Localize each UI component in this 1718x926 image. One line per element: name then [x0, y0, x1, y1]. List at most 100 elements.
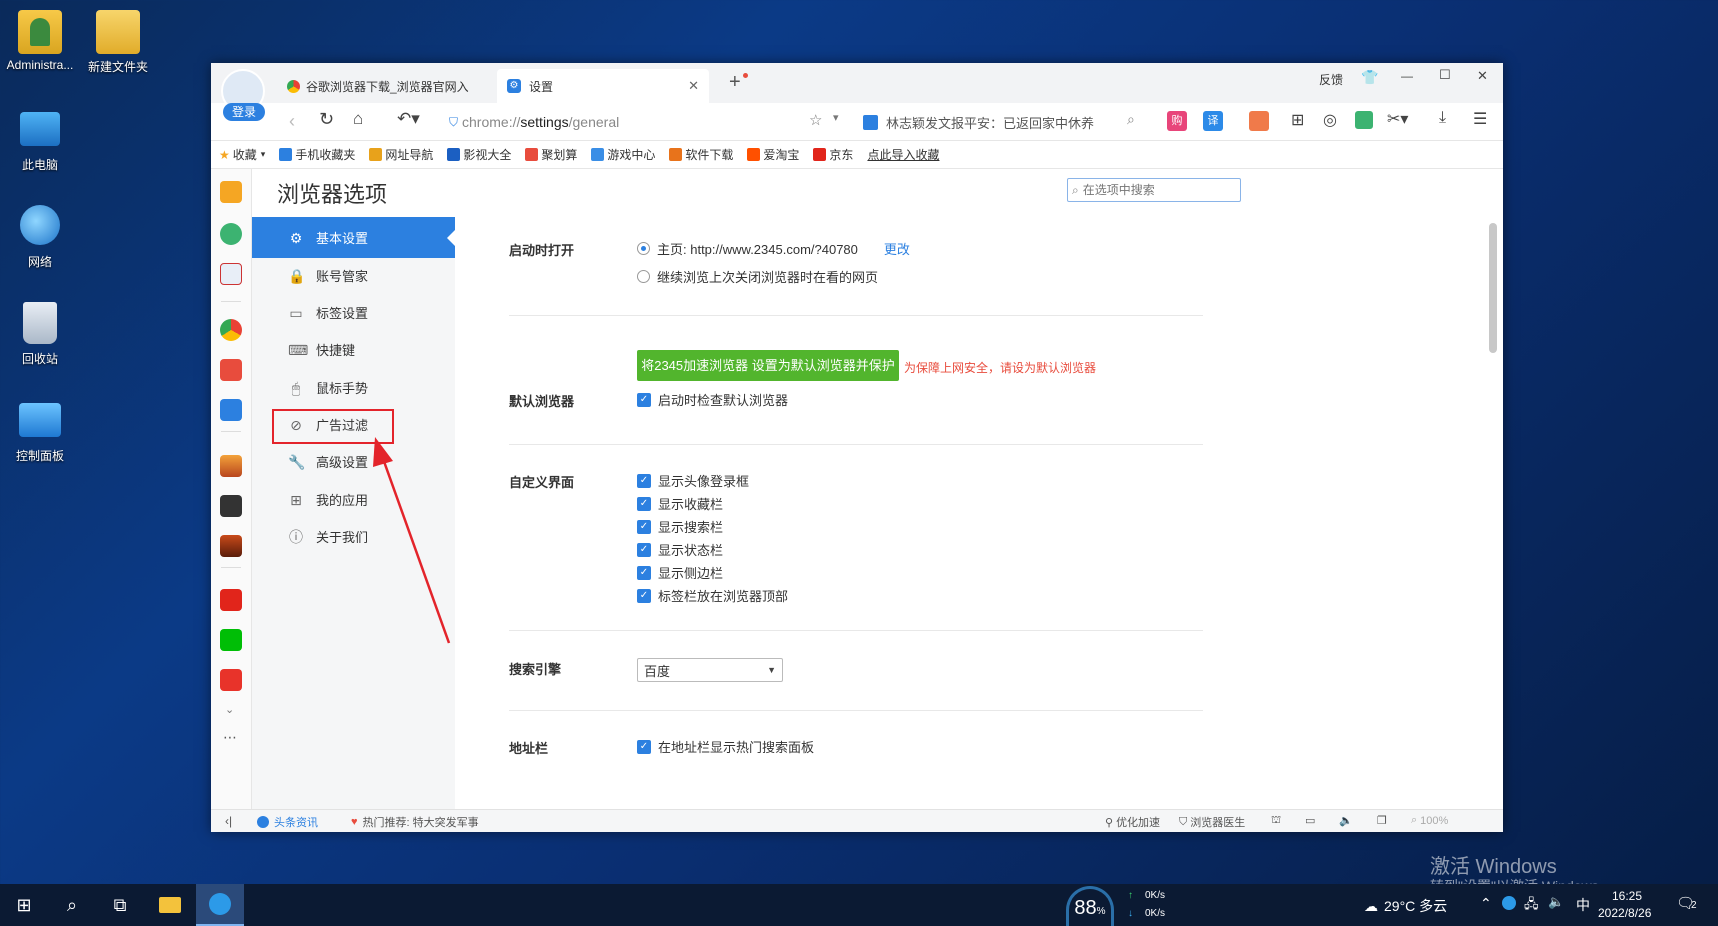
toutiao-sidebar-icon[interactable] — [220, 669, 242, 691]
desktop-icon-control-panel[interactable]: 控制面板 — [0, 403, 80, 464]
bookmark-favorites[interactable]: ★ 收藏 ▾ — [219, 146, 265, 163]
clock-time[interactable]: 16:25 — [1612, 889, 1642, 903]
game2-sidebar-icon[interactable] — [220, 495, 242, 517]
set-default-browser-button[interactable]: 将2345加速浏览器 设置为默认浏览器并保护 — [637, 350, 899, 381]
download-icon[interactable]: ⤓ — [1439, 109, 1446, 127]
bookmark-software[interactable]: 软件下载 — [669, 146, 733, 163]
back-icon[interactable]: ‹ — [289, 111, 295, 132]
custom-ui-option[interactable]: ✓ 显示侧边栏 — [637, 563, 723, 582]
window-icon[interactable]: ❐ — [1377, 814, 1387, 827]
screenshot-icon[interactable]: ✂▾ — [1387, 109, 1408, 129]
game-icon[interactable] — [1249, 111, 1269, 131]
undo-icon[interactable]: ↶▾ — [397, 109, 420, 129]
bookmark-jd[interactable]: 京东 — [813, 146, 853, 163]
search-engine-select[interactable]: 百度 ▼ — [637, 658, 783, 682]
tab-download[interactable]: 谷歌浏览器下载_浏览器官网入 — [277, 69, 491, 103]
skin-icon[interactable]: 👕 — [1361, 69, 1378, 86]
checkbox-checked[interactable]: ✓ — [637, 739, 651, 754]
address-bar-hot-search-option[interactable]: ✓ 在地址栏显示热门搜索面板 — [637, 737, 814, 756]
desktop-icon-network[interactable]: 网络 — [0, 205, 80, 270]
volume-icon[interactable]: 🔈 — [1548, 894, 1564, 910]
feedback-link[interactable]: 反馈 — [1319, 71, 1343, 88]
bookmark-taobao[interactable]: 爱淘宝 — [747, 146, 799, 163]
network-icon[interactable]: 🖧 — [1524, 895, 1539, 917]
checkbox-checked[interactable]: ✓ — [637, 392, 651, 407]
pdf-sidebar-icon[interactable] — [220, 263, 242, 285]
checkbox-checked[interactable]: ✓ — [637, 496, 651, 511]
close-window-button[interactable]: ✕ — [1477, 68, 1488, 84]
menu-icon[interactable]: ☰ — [1473, 109, 1487, 129]
tray-chevron-icon[interactable]: ⌃ — [1480, 895, 1492, 912]
tray-browser-icon[interactable] — [1502, 896, 1516, 910]
history-icon[interactable]: ◎ — [1323, 110, 1337, 130]
start-button[interactable]: ⊞ — [0, 884, 48, 926]
search-icon[interactable]: ⌕ — [1127, 111, 1135, 128]
bookmark-juhuasuan[interactable]: 聚划算 — [525, 146, 577, 163]
settings-search-box[interactable]: ⌕ — [1067, 178, 1241, 202]
startup-home-option[interactable]: 主页: http://www.2345.com/?40780 更改 — [637, 239, 910, 258]
change-home-link[interactable]: 更改 — [884, 239, 910, 258]
reload-icon[interactable]: ↻ — [319, 109, 334, 130]
more-icon[interactable]: ⋯ — [223, 729, 237, 746]
nav-item-tabs[interactable]: ▭ 标签设置 — [252, 292, 455, 333]
radio-button[interactable] — [637, 242, 650, 255]
game3-sidebar-icon[interactable] — [220, 535, 242, 557]
task-view-icon[interactable]: ⧉ — [96, 884, 144, 926]
cpu-meter[interactable]: 88% — [1066, 886, 1114, 926]
eye-protect-icon[interactable] — [1355, 111, 1373, 129]
notification-button[interactable]: 🗨2 — [1676, 894, 1697, 912]
bookmark-mobile[interactable]: 手机收藏夹 — [279, 146, 355, 163]
s-app-sidebar-icon[interactable] — [220, 359, 242, 381]
calc-sidebar-icon[interactable] — [220, 399, 242, 421]
clock-sidebar-icon[interactable] — [220, 223, 242, 245]
radio-button[interactable] — [637, 270, 650, 283]
desktop-icon-administrator[interactable]: Administra... — [0, 10, 80, 72]
bookmark-video[interactable]: 影视大全 — [447, 146, 511, 163]
zoom-indicator[interactable]: ⌕ 100% — [1411, 814, 1448, 827]
custom-ui-option[interactable]: ✓ 显示头像登录框 — [637, 471, 749, 490]
news-ticker[interactable]: 林志颖发文报平安：已返回家中休养 — [863, 113, 1094, 132]
hot-recommend-link[interactable]: ♥ 热门推荐: 特大突发军事 — [351, 814, 479, 830]
favorites-sidebar-icon[interactable] — [220, 181, 242, 203]
screen-icon[interactable]: ▭ — [1305, 814, 1315, 827]
tmall-sidebar-icon[interactable] — [220, 589, 242, 611]
scrollbar[interactable] — [1489, 223, 1497, 353]
import-bookmarks-link[interactable]: 点此导入收藏 — [867, 146, 939, 163]
iqiyi-sidebar-icon[interactable] — [220, 629, 242, 651]
close-tab-icon[interactable]: ✕ — [688, 78, 699, 94]
checkbox-checked[interactable]: ✓ — [637, 473, 651, 488]
weather-widget[interactable]: ☁ 29°C 多云 — [1364, 896, 1447, 916]
nav-item-basic[interactable]: ⚙ 基本设置 — [252, 217, 455, 258]
bookmark-games[interactable]: 游戏中心 — [591, 146, 655, 163]
custom-ui-option[interactable]: ✓ 显示状态栏 — [637, 540, 723, 559]
browser-taskbar-icon[interactable] — [196, 884, 244, 926]
game1-sidebar-icon[interactable] — [220, 455, 242, 477]
shopping-icon[interactable]: 购 — [1167, 111, 1187, 131]
desktop-icon-recycle-bin[interactable]: 回收站 — [0, 302, 80, 367]
check-default-browser-option[interactable]: ✓ 启动时检查默认浏览器 — [637, 390, 788, 409]
address-bar[interactable]: ⛉ chrome://settings/general — [449, 109, 819, 135]
checkbox-checked[interactable]: ✓ — [637, 519, 651, 534]
volume-icon[interactable]: 🔈 — [1339, 814, 1353, 827]
login-button[interactable]: 登录 — [223, 103, 265, 121]
file-explorer-icon[interactable] — [146, 884, 194, 926]
bookmark-navigation[interactable]: 网址导航 — [369, 146, 433, 163]
optimize-button[interactable]: ⚲ 优化加速 — [1105, 814, 1160, 830]
nav-item-account[interactable]: 🔒 账号管家 — [252, 255, 455, 296]
news-feed-link[interactable]: 头条资讯 — [257, 814, 318, 830]
desktop-icon-this-pc[interactable]: 此电脑 — [0, 108, 80, 173]
nav-item-mouse-gestures[interactable]: 🖱 鼠标手势 — [252, 367, 455, 408]
clock-date[interactable]: 2022/8/26 — [1598, 906, 1651, 920]
search-icon[interactable]: ⌕ — [48, 884, 96, 926]
bookmark-star-icon[interactable]: ☆ — [809, 111, 822, 129]
chevron-down-icon[interactable]: ⌄ — [225, 703, 234, 716]
checkbox-checked[interactable]: ✓ — [637, 588, 651, 603]
minimize-button[interactable]: — — [1401, 69, 1413, 83]
checkbox-checked[interactable]: ✓ — [637, 565, 651, 580]
maximize-button[interactable]: ☐ — [1439, 67, 1451, 83]
new-tab-button[interactable]: + — [729, 71, 741, 94]
translate-icon[interactable]: 译 — [1203, 111, 1223, 131]
custom-ui-option[interactable]: ✓ 标签栏放在浏览器顶部 — [637, 586, 788, 605]
ime-indicator[interactable]: 中 — [1576, 895, 1590, 915]
nav-item-shortcuts[interactable]: ⌨ 快捷键 — [252, 329, 455, 370]
